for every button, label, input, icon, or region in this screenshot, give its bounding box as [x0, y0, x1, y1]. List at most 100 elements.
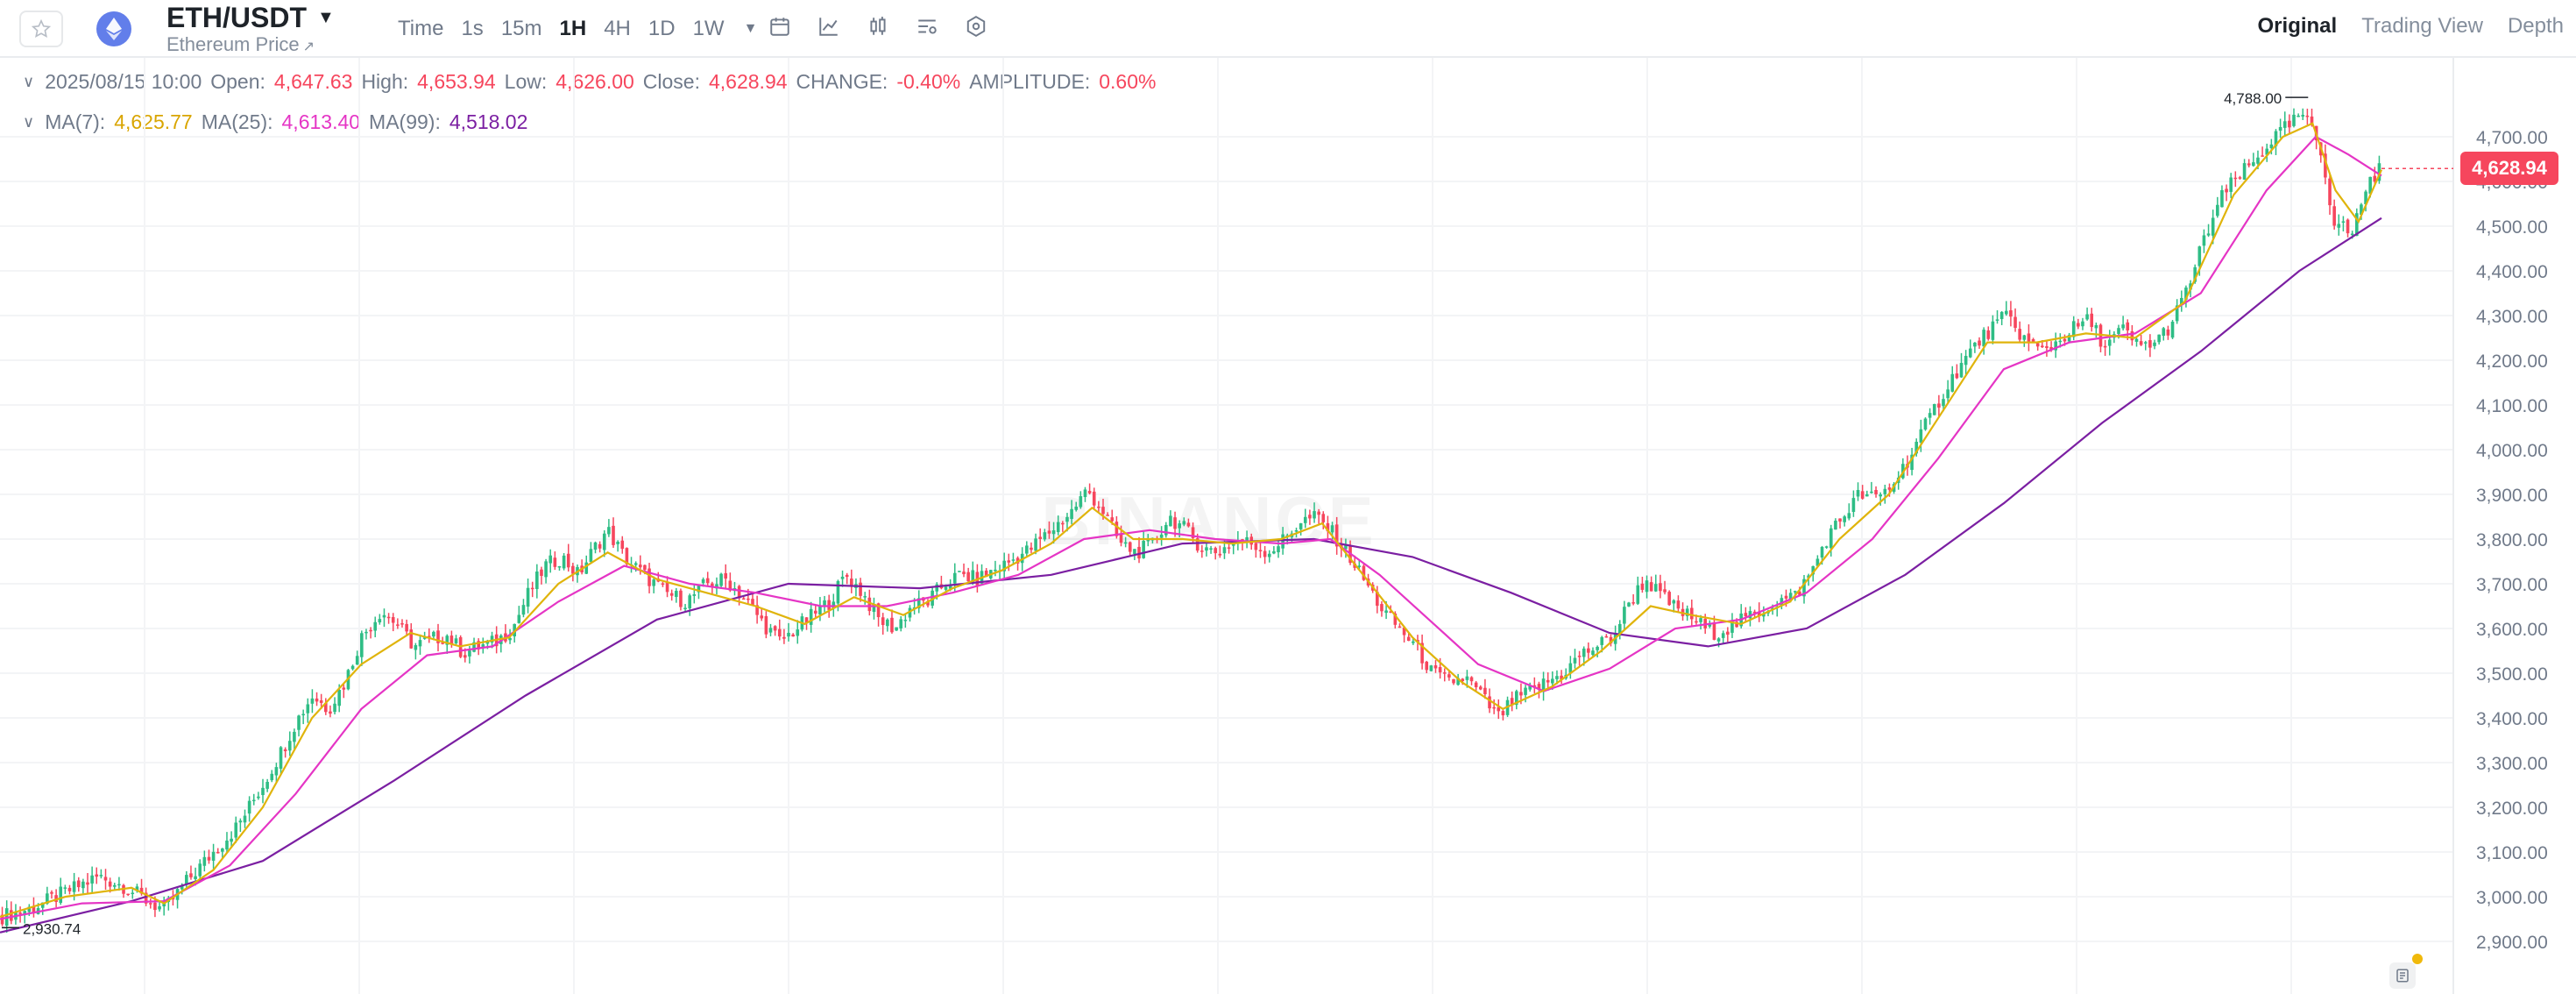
- view-original[interactable]: Original: [2258, 14, 2338, 39]
- asset-price-link[interactable]: Ethereum Price ↗: [166, 33, 315, 56]
- candle-body: [1209, 548, 1213, 550]
- candle-body: [1865, 493, 1869, 497]
- candle-body: [1398, 626, 1402, 628]
- y-axis-tick-label: 3,700.00: [2476, 575, 2548, 595]
- candle-body: [72, 881, 76, 892]
- candle-body: [216, 851, 220, 854]
- interval-1h[interactable]: 1H: [551, 14, 596, 44]
- candle-body: [1744, 613, 1748, 617]
- candle-body: [99, 875, 103, 877]
- candle-body: [1645, 580, 1649, 593]
- candle-body: [293, 731, 296, 742]
- candle-body: [400, 623, 404, 625]
- candle-body: [1937, 403, 1941, 408]
- candle-body: [1573, 657, 1577, 664]
- candle-body: [768, 628, 773, 633]
- watermark-text: BINANCE: [1041, 482, 1376, 559]
- candle-body: [2242, 163, 2247, 180]
- candlestick-chart[interactable]: 4,700.004,600.004,500.004,400.004,300.00…: [0, 58, 2576, 994]
- interval-1w[interactable]: 1W: [684, 14, 733, 44]
- view-trading-view[interactable]: Trading View: [2361, 14, 2483, 39]
- candle-body: [1178, 523, 1181, 529]
- candle-type-icon[interactable]: [866, 14, 890, 39]
- candle-body: [1659, 583, 1662, 592]
- interval-1s[interactable]: 1s: [452, 14, 492, 44]
- indicator-chart-icon[interactable]: [817, 14, 841, 39]
- candle-body: [2063, 338, 2067, 342]
- candle-body: [2126, 322, 2130, 330]
- candle-body: [18, 912, 22, 914]
- candle-body: [859, 582, 862, 596]
- candle-body: [602, 533, 606, 550]
- candle-body: [1065, 516, 1069, 522]
- calendar-icon[interactable]: [768, 14, 792, 39]
- view-depth[interactable]: Depth: [2508, 14, 2564, 39]
- candle-body: [2197, 246, 2202, 266]
- interval-15m[interactable]: 15m: [492, 14, 551, 44]
- candle-body: [360, 633, 364, 657]
- y-axis-tick-label: 3,200.00: [2476, 799, 2548, 819]
- candle-body: [845, 574, 849, 578]
- candle-body: [1973, 342, 1977, 347]
- candle-body: [620, 540, 625, 550]
- candle-body: [198, 863, 202, 877]
- candle-body: [1303, 516, 1307, 523]
- candle-body: [2220, 190, 2224, 208]
- top-bar: ETH/USDT ▼ Ethereum Price ↗ Time 1s 15m 1…: [0, 0, 2576, 58]
- candle-body: [1995, 319, 1999, 321]
- candle-body: [1587, 648, 1590, 653]
- candle-body: [701, 579, 705, 584]
- candle-body: [2134, 338, 2139, 342]
- candle-body: [1843, 516, 1846, 522]
- candle-body: [2162, 328, 2166, 337]
- candle-body: [414, 645, 418, 650]
- candle-body: [1834, 521, 1837, 530]
- candle-body: [548, 555, 553, 564]
- candle-body: [1218, 553, 1222, 556]
- candle-body: [1879, 494, 1882, 497]
- min-price-label: 2,930.74: [23, 920, 81, 937]
- settings-gear-icon[interactable]: [964, 14, 988, 39]
- candle-body: [234, 822, 238, 838]
- favorite-star-button[interactable]: [19, 11, 63, 47]
- candle-body: [1159, 534, 1164, 538]
- candle-body: [540, 569, 543, 576]
- candle-body: [297, 715, 301, 730]
- candle-body: [612, 525, 615, 545]
- candle-body: [517, 614, 521, 623]
- candle-body: [679, 590, 683, 607]
- candle-body: [310, 698, 315, 704]
- candle-body: [867, 597, 872, 612]
- candle-body: [764, 615, 768, 635]
- notification-dot: [2412, 954, 2423, 964]
- more-intervals-dropdown-icon[interactable]: ▼: [733, 14, 768, 44]
- candle-body: [468, 650, 471, 657]
- interval-4h[interactable]: 4H: [595, 14, 640, 44]
- candle-body: [2018, 329, 2021, 340]
- view-switcher: Original Trading View Depth: [2258, 14, 2564, 39]
- candle-body: [1186, 522, 1191, 527]
- candle-body: [2013, 316, 2017, 329]
- candle-body: [1667, 592, 1671, 606]
- candle-body: [584, 562, 589, 574]
- chart-settings-list-icon[interactable]: [915, 14, 939, 39]
- candle-body: [1959, 363, 1964, 378]
- candle-body: [669, 593, 674, 596]
- trading-pair-selector[interactable]: ETH/USDT ▼: [166, 0, 335, 35]
- candle-body: [1227, 547, 1231, 549]
- candle-body: [521, 605, 526, 615]
- candle-body: [283, 749, 287, 751]
- candle-body: [185, 875, 188, 884]
- candle-body: [1101, 507, 1105, 515]
- interval-time[interactable]: Time: [389, 14, 452, 44]
- candle-body: [705, 578, 710, 584]
- candle-body: [1133, 549, 1136, 555]
- candle-body: [2157, 334, 2161, 343]
- candle-body: [683, 607, 687, 610]
- candle-body: [1169, 515, 1172, 527]
- candle-body: [2233, 177, 2238, 180]
- candle-body: [1164, 524, 1168, 536]
- interval-1d[interactable]: 1D: [640, 14, 684, 44]
- candle-body: [1313, 511, 1316, 519]
- order-list-button[interactable]: [2389, 962, 2416, 989]
